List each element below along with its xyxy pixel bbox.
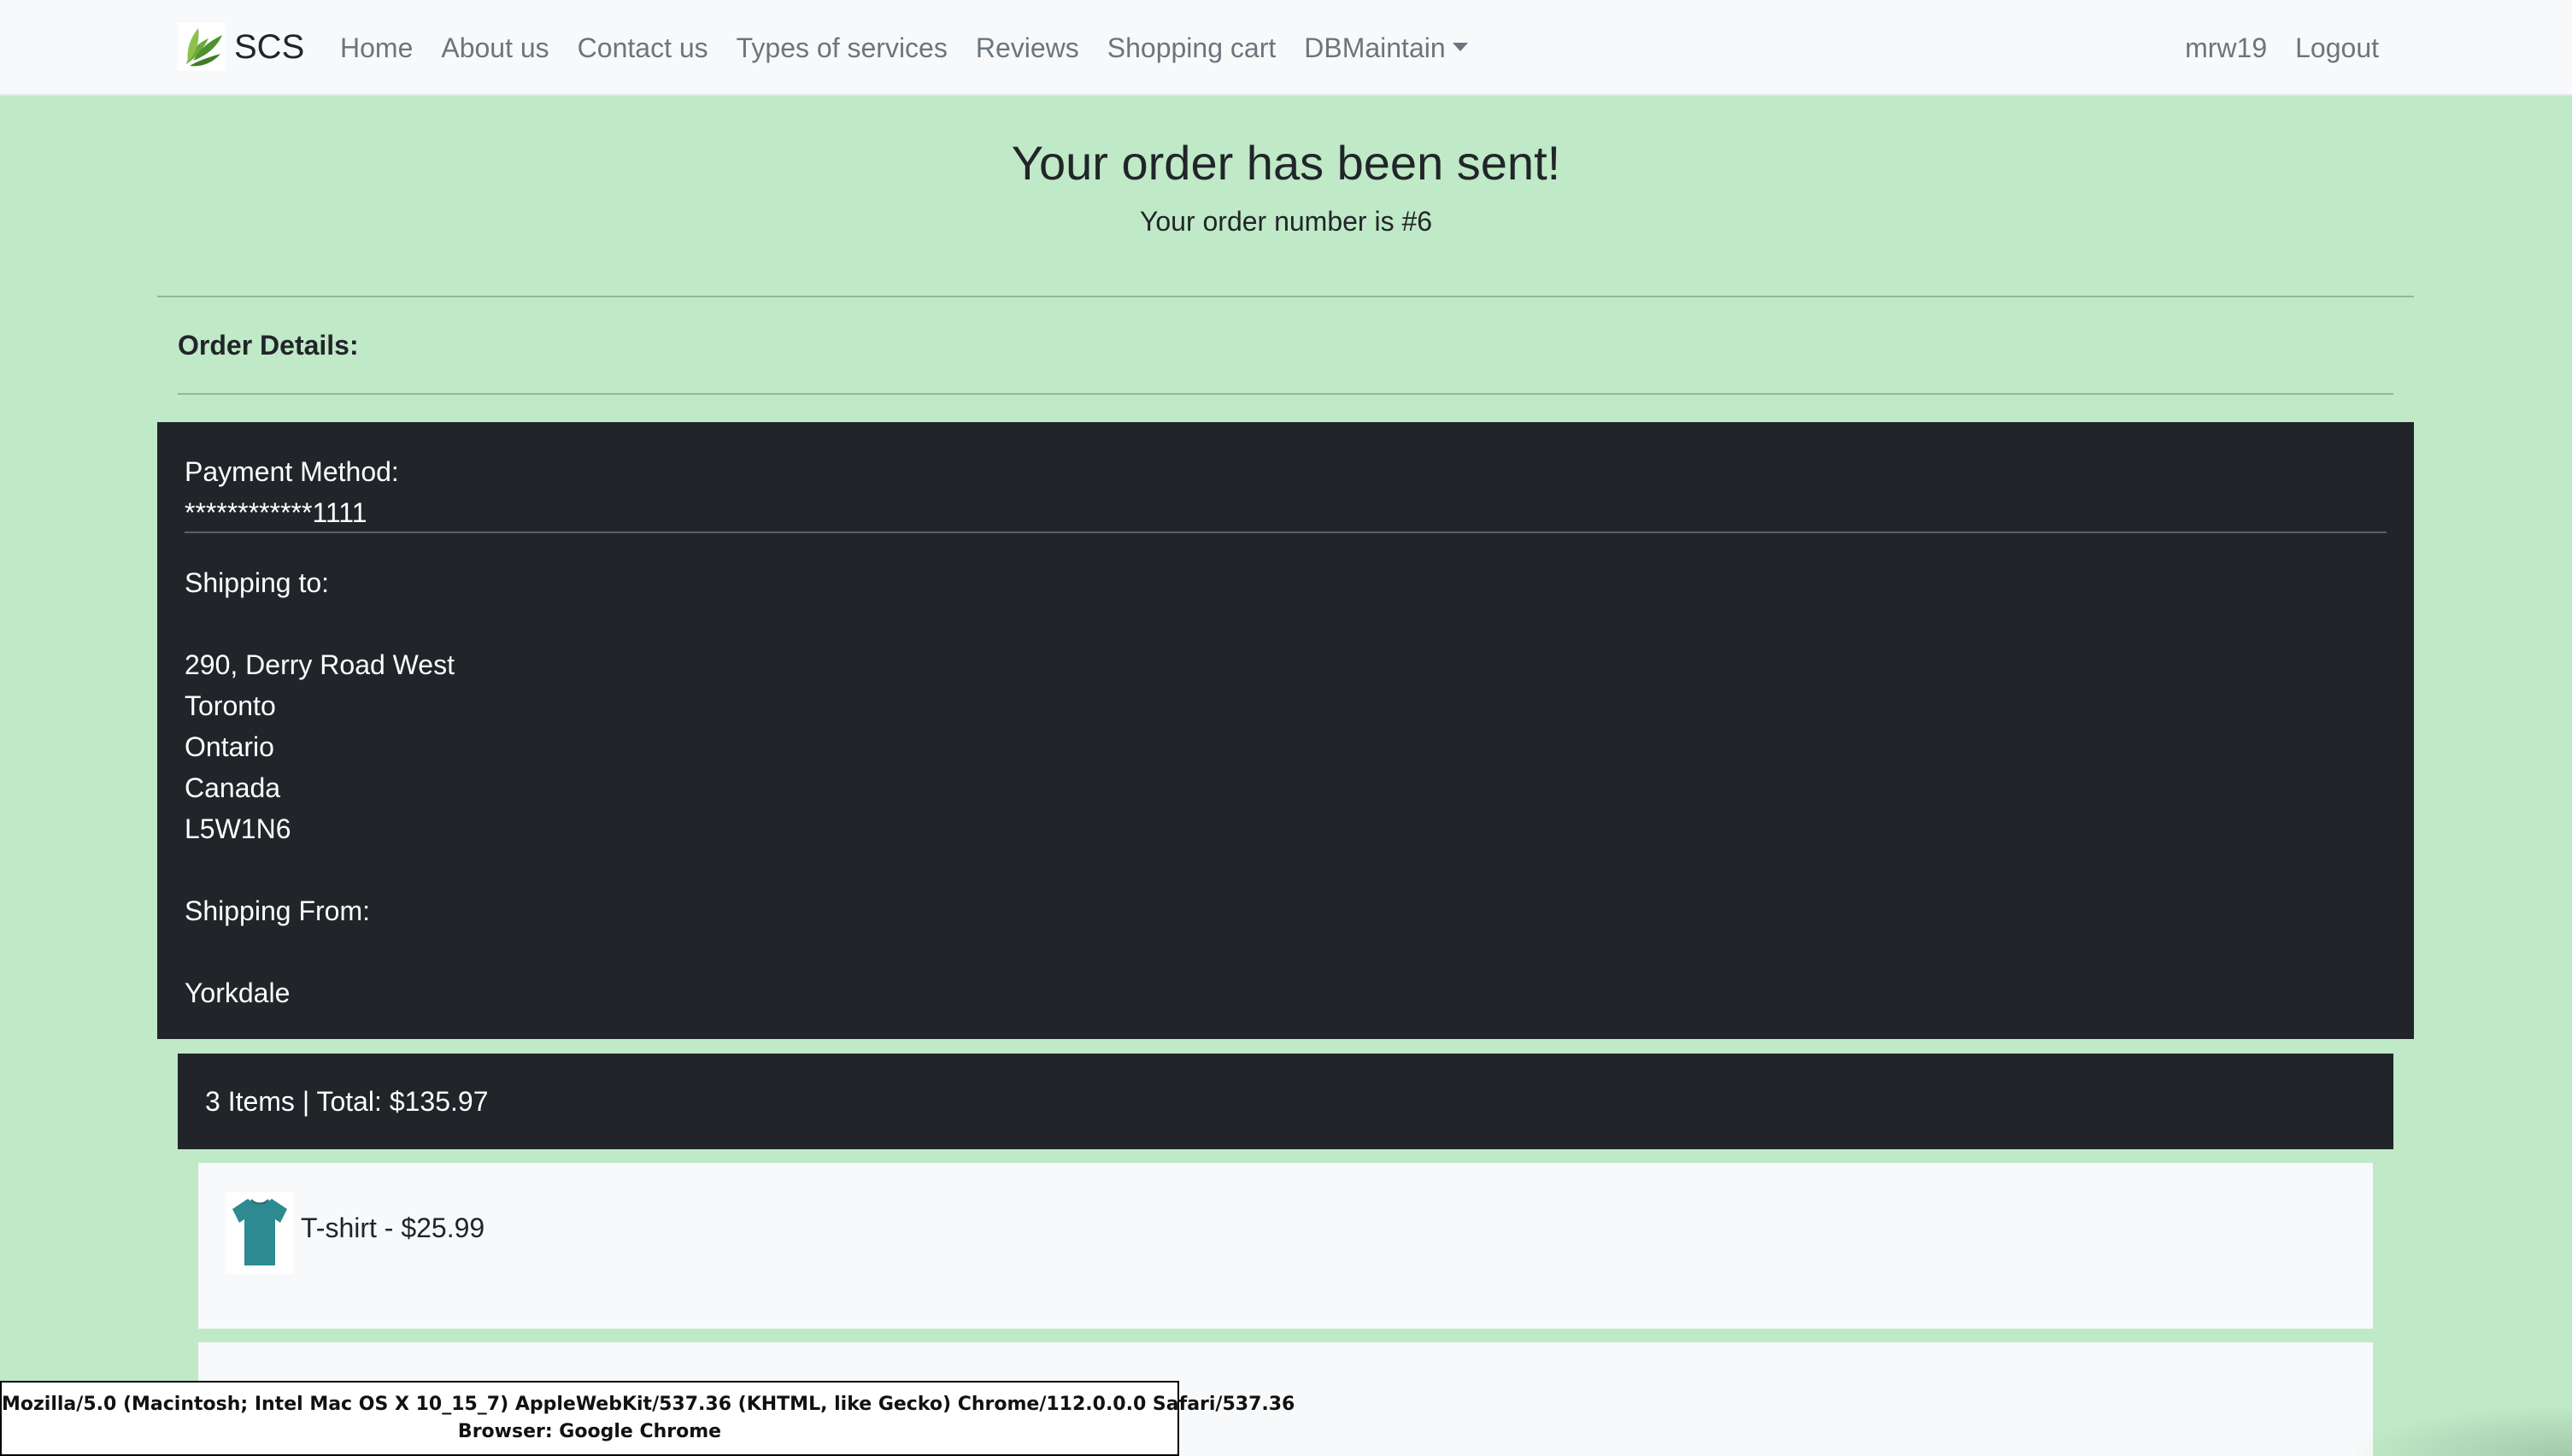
address-province: Ontario: [185, 731, 274, 762]
shipping-from-value: Yorkdale: [185, 978, 291, 1008]
browser-name-text: Browser: Google Chrome: [457, 1421, 722, 1442]
brand-name: SCS: [234, 27, 305, 66]
payment-method-label: Payment Method:: [185, 456, 399, 487]
nav-shopping-cart[interactable]: Shopping cart: [1107, 26, 1276, 70]
page-title: Your order has been sent!: [1011, 136, 1561, 190]
order-details-heading: Order Details:: [178, 330, 359, 361]
card-divider: [185, 531, 2387, 533]
order-info-card: Payment Method: ************1111 Shippin…: [157, 422, 2414, 1039]
nav-contact-us[interactable]: Contact us: [578, 26, 708, 70]
divider: [178, 393, 2393, 395]
address-city: Toronto: [185, 690, 276, 721]
nav-about-us[interactable]: About us: [441, 26, 549, 70]
nav-logout[interactable]: Logout: [2295, 26, 2379, 70]
list-item: T-shirt - $25.99: [198, 1163, 2373, 1329]
navbar: SCS Home About us Contact us Types of se…: [0, 0, 2572, 96]
leaf-logo-icon: [178, 23, 226, 71]
address-country: Canada: [185, 772, 281, 803]
nav-home[interactable]: Home: [340, 26, 413, 70]
nav-dbmaintain-label: DBMaintain: [1304, 32, 1446, 63]
nav-reviews[interactable]: Reviews: [976, 26, 1079, 70]
brand-link[interactable]: SCS: [178, 22, 304, 72]
nav-types-of-services[interactable]: Types of services: [737, 26, 948, 70]
shipping-from-label: Shipping From:: [185, 895, 370, 926]
tshirt-icon: [226, 1192, 294, 1274]
address-street: 290, Derry Road West: [185, 649, 455, 680]
caret-down-icon: [1452, 42, 1468, 51]
nav-links: Home About us Contact us Types of servic…: [340, 26, 1496, 70]
address-postal: L5W1N6: [185, 813, 291, 844]
nav-username[interactable]: mrw19: [2185, 26, 2267, 70]
order-summary-bar: 3 Items | Total: $135.97: [178, 1054, 2393, 1149]
nav-user-area: mrw19 Logout: [2157, 26, 2379, 70]
nav-dbmaintain-dropdown[interactable]: DBMaintain: [1304, 26, 1468, 70]
user-agent-text: Mozilla/5.0 (Macintosh; Intel Mac OS X 1…: [2, 1394, 1295, 1415]
payment-method-value: ************1111: [185, 497, 367, 528]
order-number: Your order number is #6: [1139, 206, 1433, 237]
divider: [157, 296, 2414, 297]
item-name-price: T-shirt - $25.99: [301, 1212, 485, 1243]
user-agent-overlay: Mozilla/5.0 (Macintosh; Intel Mac OS X 1…: [0, 1381, 1295, 1456]
shipping-to-label: Shipping to:: [185, 567, 330, 598]
corner-shadow: [2350, 1405, 2572, 1456]
